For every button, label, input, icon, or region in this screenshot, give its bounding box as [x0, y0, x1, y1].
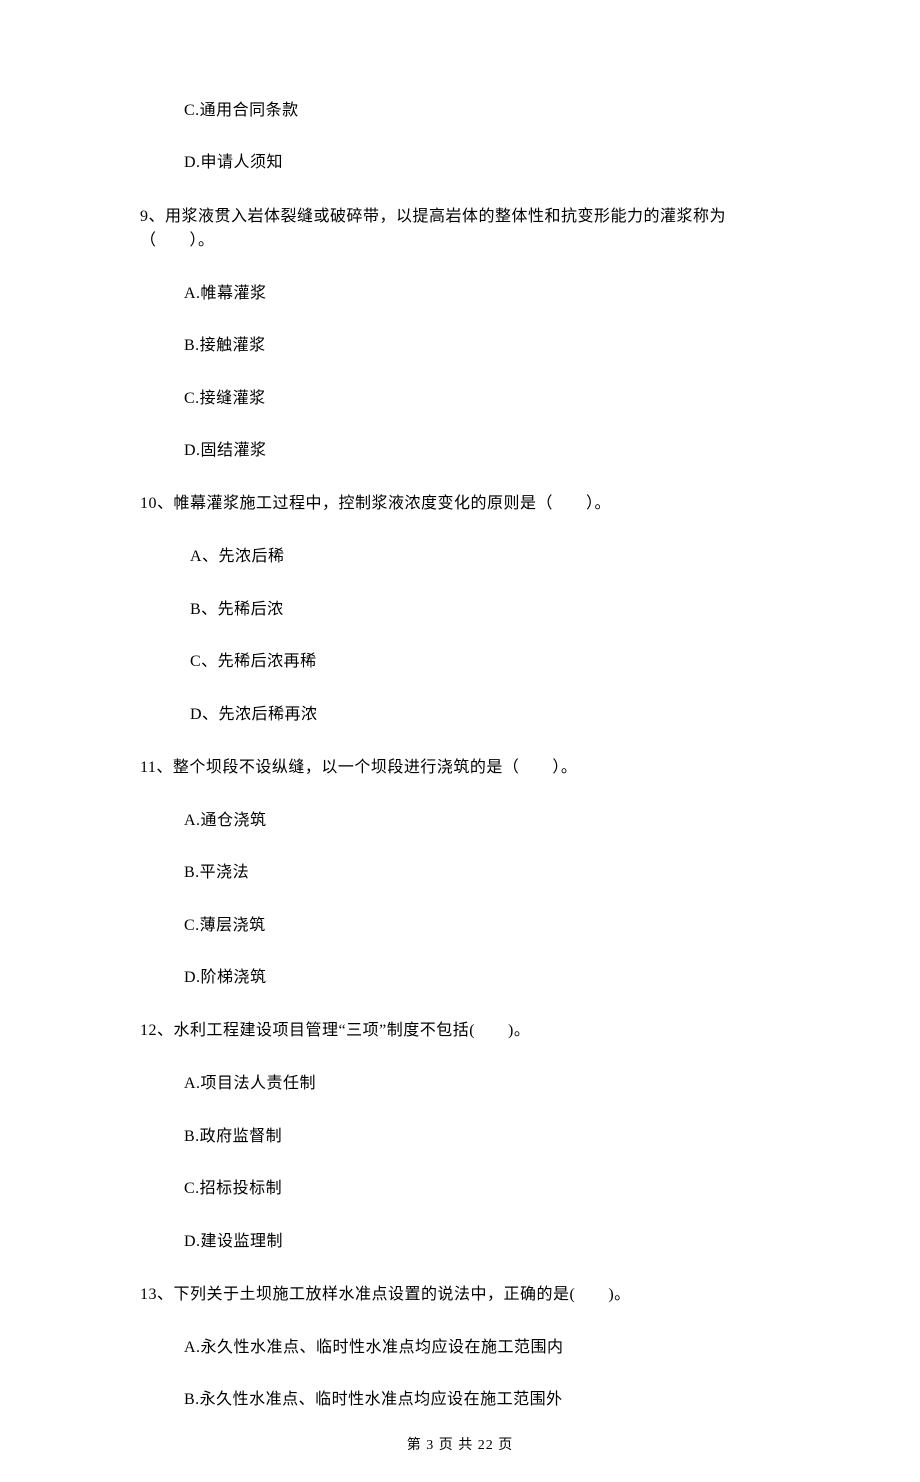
q13-option-a: A.永久性水准点、临时性水准点均应设在施工范围内 [184, 1337, 780, 1359]
q12-option-c: C.招标投标制 [184, 1178, 780, 1200]
q11-option-b: B.平浇法 [184, 862, 780, 884]
q12-option-b: B.政府监督制 [184, 1126, 780, 1148]
question-8-remainder: C.通用合同条款 D.申请人须知 [140, 100, 780, 175]
q8-option-c: C.通用合同条款 [184, 100, 780, 122]
q9-option-d: D.固结灌浆 [184, 440, 780, 462]
question-10: 10、帷幕灌浆施工过程中，控制浆液浓度变化的原则是（ ）。 A、先浓后稀 B、先… [140, 492, 780, 726]
q10-option-a: A、先浓后稀 [190, 546, 780, 568]
document-page: C.通用合同条款 D.申请人须知 9、用浆液贯入岩体裂缝或破碎带，以提高岩体的整… [0, 0, 920, 1482]
q12-text: 12、水利工程建设项目管理“三项”制度不包括( )。 [140, 1019, 780, 1043]
q9-text: 9、用浆液贯入岩体裂缝或破碎带，以提高岩体的整体性和抗变形能力的灌浆称为（ ）。 [140, 205, 780, 253]
q8-option-d: D.申请人须知 [184, 152, 780, 174]
q13-option-b: B.永久性水准点、临时性水准点均应设在施工范围外 [184, 1389, 780, 1411]
q10-option-d: D、先浓后稀再浓 [190, 704, 780, 726]
question-11: 11、整个坝段不设纵缝，以一个坝段进行浇筑的是（ ）。 A.通仓浇筑 B.平浇法… [140, 756, 780, 990]
q11-option-c: C.薄层浇筑 [184, 915, 780, 937]
q10-option-c: C、先稀后浓再稀 [190, 651, 780, 673]
q11-text: 11、整个坝段不设纵缝，以一个坝段进行浇筑的是（ ）。 [140, 756, 780, 780]
q12-option-a: A.项目法人责任制 [184, 1073, 780, 1095]
question-13: 13、下列关于土坝施工放样水准点设置的说法中，正确的是( )。 A.永久性水准点… [140, 1283, 780, 1412]
q10-text: 10、帷幕灌浆施工过程中，控制浆液浓度变化的原则是（ ）。 [140, 492, 780, 516]
question-9: 9、用浆液贯入岩体裂缝或破碎带，以提高岩体的整体性和抗变形能力的灌浆称为（ ）。… [140, 205, 780, 463]
question-12: 12、水利工程建设项目管理“三项”制度不包括( )。 A.项目法人责任制 B.政… [140, 1019, 780, 1253]
q11-option-a: A.通仓浇筑 [184, 810, 780, 832]
q13-text: 13、下列关于土坝施工放样水准点设置的说法中，正确的是( )。 [140, 1283, 780, 1307]
q9-option-c: C.接缝灌浆 [184, 388, 780, 410]
page-footer: 第 3 页 共 22 页 [0, 1434, 920, 1454]
q10-option-b: B、先稀后浓 [190, 599, 780, 621]
q12-option-d: D.建设监理制 [184, 1231, 780, 1253]
q9-option-a: A.帷幕灌浆 [184, 283, 780, 305]
q9-option-b: B.接触灌浆 [184, 335, 780, 357]
q11-option-d: D.阶梯浇筑 [184, 967, 780, 989]
